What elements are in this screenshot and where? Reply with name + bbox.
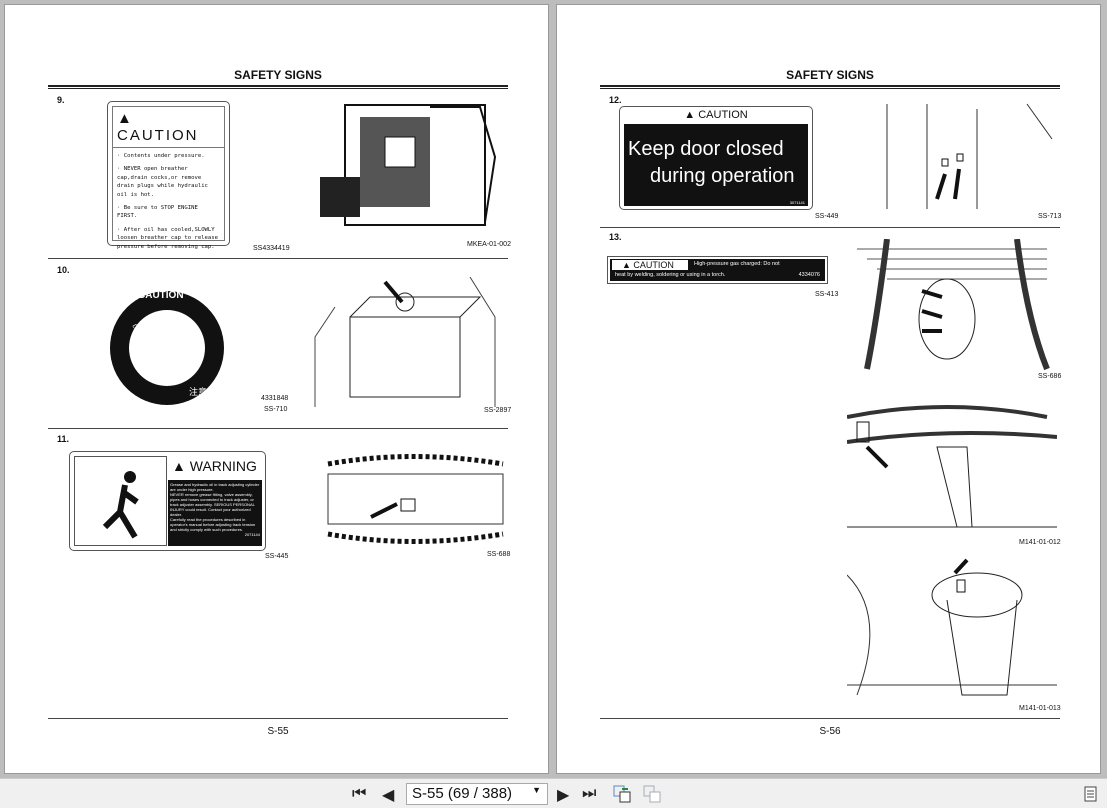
viewer-toolbar: ⏮ ◀ S-55 (69 / 388) ▼ ▶ ⏭ <box>0 778 1107 808</box>
accumulator-illustration-3 <box>847 558 1057 696</box>
figure-code: SS-686 <box>1038 373 1062 380</box>
header-rule <box>48 85 508 89</box>
page-selector-value: S-55 (69 / 388) <box>412 785 513 802</box>
last-page-button[interactable]: ⏭ <box>582 785 596 803</box>
footer-rule <box>600 718 1060 719</box>
figure-code: SS-688 <box>487 551 511 558</box>
hydraulic-tank-illustration <box>320 104 497 226</box>
pdf-page-right: SAFETY SIGNS 12. ▲ CAUTION Keep door clo… <box>556 4 1101 774</box>
header-rule <box>600 85 1060 89</box>
chevron-down-icon: ▼ <box>532 785 541 795</box>
first-page-button[interactable]: ⏮ <box>352 785 366 803</box>
figure-code: MKEA-01-002 <box>467 241 511 248</box>
label-line: High-pressure gas charged: Do not <box>694 261 780 267</box>
label-line: Carefully read the procedures described … <box>170 517 256 532</box>
warning-title: WARNING <box>189 458 257 474</box>
label-line: heat by welding, soldering or using in a… <box>615 272 726 278</box>
label-code: 3071141 <box>789 200 805 205</box>
divider <box>48 428 508 429</box>
label-code: SS4334419 <box>253 245 290 252</box>
label-code: SS-445 <box>265 553 289 560</box>
label-code: SS-449 <box>815 213 839 220</box>
page-selector[interactable]: S-55 (69 / 388) ▼ <box>406 783 548 805</box>
label-code: 2071144 <box>244 532 260 537</box>
caution-label: ▲ CAUTION · Contents under pressure. · N… <box>107 101 230 250</box>
divider <box>600 227 1060 228</box>
ring-caution-text: CAUTION <box>138 290 184 301</box>
label-line: · NEVER open breather cap,drain cocks,or… <box>117 166 208 198</box>
tank-cap-illustration <box>314 277 496 407</box>
caution-gas-label: ▲ CAUTION High-pressure gas charged: Do … <box>607 256 828 284</box>
label-line: · After oil has cooled,SLOWLY loosen bre… <box>117 226 219 250</box>
item-number: 11. <box>57 434 70 444</box>
injury-pictogram <box>74 456 167 546</box>
previous-page-button[interactable]: ◀ <box>382 785 394 805</box>
label-code: SS-413 <box>815 291 839 298</box>
caution-title: CAUTION <box>633 260 674 270</box>
caution-title: CAUTION <box>698 109 748 121</box>
door-illustration <box>886 103 1053 209</box>
page-number: S-56 <box>819 726 841 737</box>
label-line: during operation <box>650 165 795 187</box>
page-number: S-55 <box>267 726 289 737</box>
item-number: 10. <box>57 265 70 275</box>
label-line: · Be sure to STOP ENGINE FIRST. <box>117 204 198 220</box>
footer-rule <box>48 718 508 719</box>
previous-view-icon[interactable] <box>612 784 632 804</box>
pressurized-cap-ring-label <box>110 291 224 405</box>
caution-title: CAUTION <box>117 127 199 144</box>
label-line: Grease and hydraulic oil in track adjust… <box>170 482 260 492</box>
accumulator-illustration-1 <box>857 239 1050 371</box>
label-code: 4334076 <box>798 272 820 278</box>
figure-code: M141-01-013 <box>1019 705 1061 712</box>
pdf-page-left: SAFETY SIGNS 9. ▲ CAUTION · Contents und… <box>4 4 549 774</box>
figure-code: M141-01-012 <box>1019 539 1061 546</box>
caution-door-label: ▲ CAUTION Keep door closed during operat… <box>619 106 813 210</box>
label-line: NEVER remove grease fitting, valve assem… <box>170 492 255 517</box>
divider <box>48 258 508 259</box>
document-properties-icon[interactable] <box>1084 786 1098 802</box>
next-page-button[interactable]: ▶ <box>557 785 569 805</box>
item-number: 13. <box>609 232 622 242</box>
figure-code: SS-713 <box>1038 213 1062 220</box>
item-number: 12. <box>609 95 622 105</box>
label-code: 4331848 <box>261 395 289 402</box>
label-line: Keep door closed <box>628 138 784 160</box>
accumulator-illustration-2 <box>847 405 1057 528</box>
warning-label: ▲ WARNING Grease and hydraulic oil in tr… <box>69 451 266 551</box>
item-number: 9. <box>57 95 65 105</box>
label-ss-code: SS-710 <box>264 406 288 413</box>
next-view-icon[interactable] <box>642 784 662 804</box>
track-adjuster-illustration <box>327 454 504 544</box>
label-line: · Contents under pressure. <box>117 153 205 159</box>
page-header: SAFETY SIGNS <box>234 68 322 82</box>
page-header: SAFETY SIGNS <box>786 68 874 82</box>
figure-code: SS-2897 <box>484 407 512 414</box>
ring-jp-text: 注意 <box>189 387 208 397</box>
